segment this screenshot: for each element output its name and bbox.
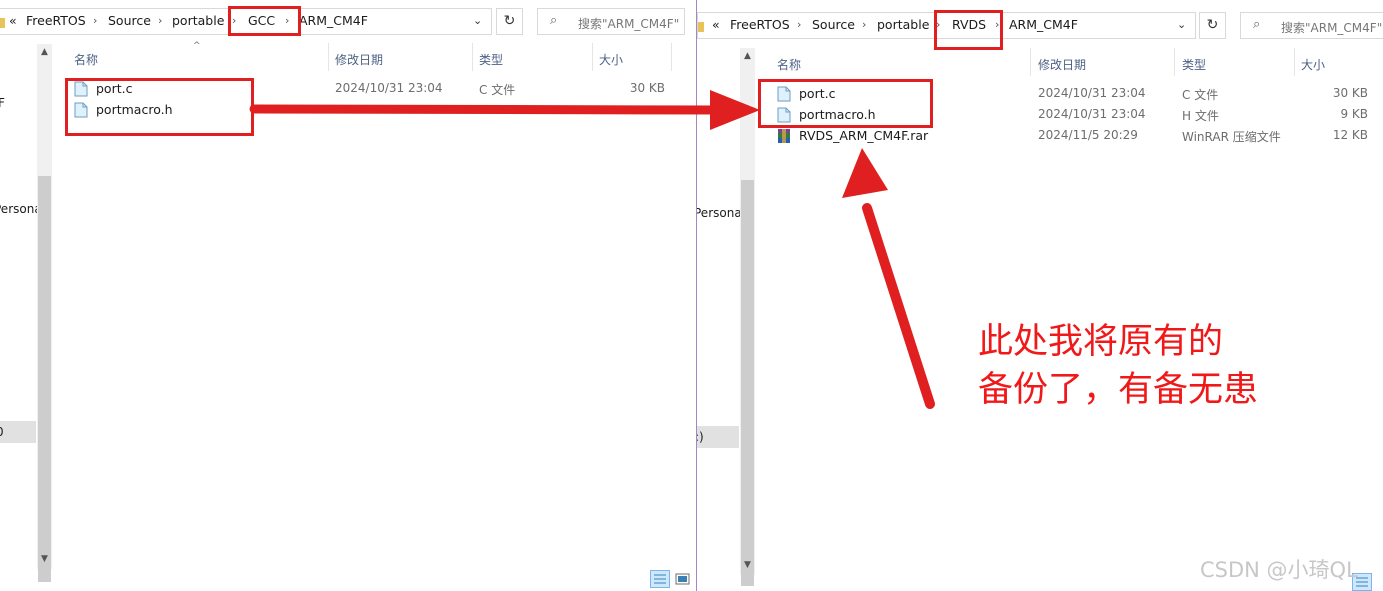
- arrow-backup-head: [842, 148, 888, 198]
- arrow-copy-head: [710, 90, 760, 130]
- annotation-text: 此处我将原有的 备份了，有备无患: [978, 318, 1258, 414]
- arrow-copy-shaft: [249, 104, 725, 115]
- annotation-line-1: 此处我将原有的: [978, 322, 1224, 362]
- annotation-arrows: [249, 90, 935, 409]
- watermark: CSDN @小琦QL: [1200, 558, 1358, 582]
- annotation-line-2: 备份了，有备无患: [978, 370, 1259, 410]
- arrow-backup-shaft: [862, 203, 935, 409]
